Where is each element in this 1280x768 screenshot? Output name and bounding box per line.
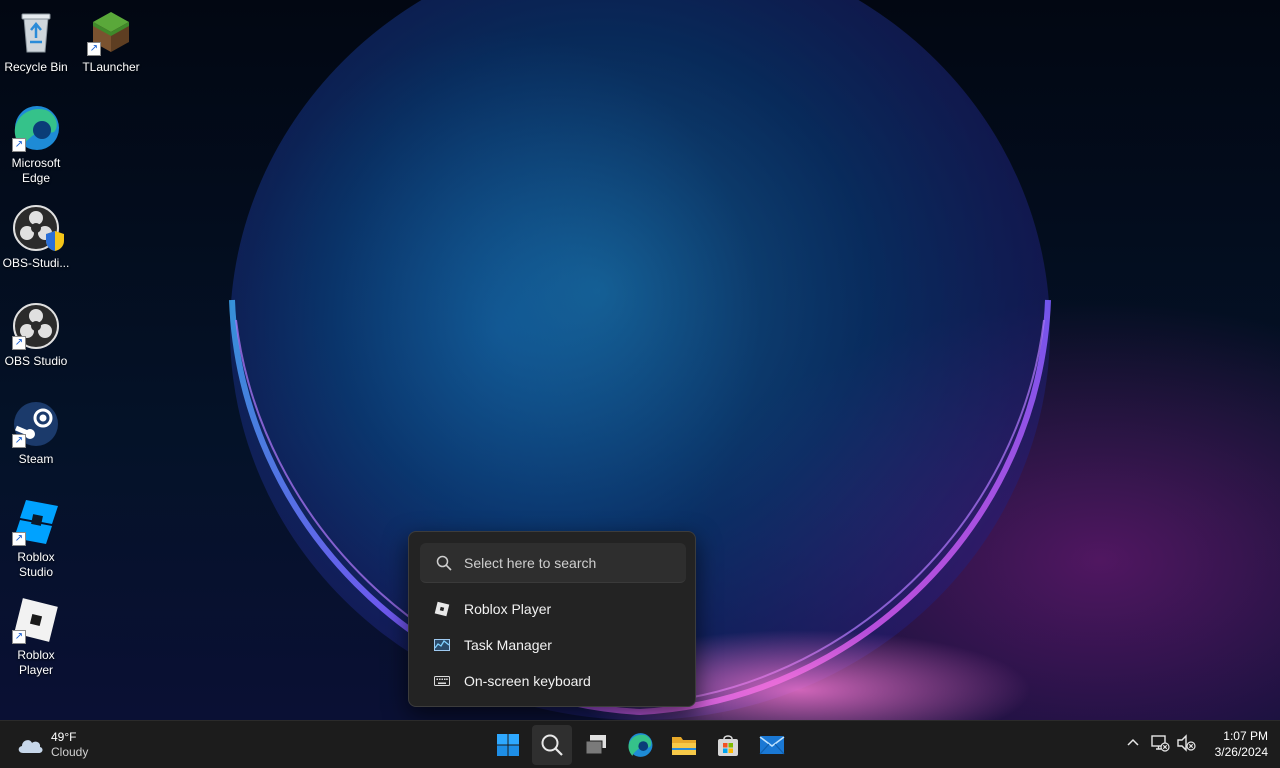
desktop-icon-tlauncher[interactable]: ↗ TLauncher	[75, 8, 147, 75]
clock-time: 1:07 PM	[1223, 729, 1268, 743]
desktop-icon-obs-studio-admin[interactable]: OBS-Studi...	[0, 204, 72, 271]
desktop-icon-obs-studio[interactable]: ↗ OBS Studio	[0, 302, 72, 369]
shortcut-arrow-icon: ↗	[12, 532, 26, 546]
cloud-icon	[18, 740, 43, 753]
task-view-icon	[585, 735, 606, 755]
shortcut-arrow-icon: ↗	[12, 434, 26, 448]
show-hidden-icons-button[interactable]	[1124, 735, 1142, 755]
shortcut-arrow-icon: ↗	[12, 138, 26, 152]
shortcut-arrow-icon: ↗	[12, 336, 26, 350]
search-input[interactable]	[464, 551, 674, 575]
desktop-icon-label: Roblox Player	[17, 648, 55, 677]
desktop-icon-steam[interactable]: ↗ Steam	[0, 400, 72, 467]
desktop-icon-label: TLauncher	[82, 60, 140, 74]
start-button[interactable]	[488, 725, 528, 765]
search-result-label: Roblox Player	[464, 601, 552, 617]
uac-shield-icon	[46, 231, 64, 251]
desktop-icon-label: Microsoft Edge	[11, 156, 61, 185]
taskbar-file-explorer-button[interactable]	[664, 725, 704, 765]
edge-icon	[628, 733, 653, 757]
system-clock[interactable]: 1:07 PM 3/26/2024	[1200, 728, 1268, 760]
taskbar-mail-button[interactable]	[752, 725, 792, 765]
weather-condition: Cloudy	[51, 745, 89, 759]
desktop-icon-microsoft-edge[interactable]: ↗ Microsoft Edge	[0, 104, 72, 186]
search-icon	[541, 734, 563, 756]
weather-widget[interactable]: 49°F Cloudy	[16, 729, 106, 761]
search-flyout: Roblox Player Task Manager On-screen key…	[408, 531, 696, 707]
roblox-player-icon: ↗	[12, 596, 60, 644]
folder-icon	[672, 737, 696, 755]
volume-button[interactable]	[1176, 733, 1198, 755]
desktop-icon-roblox-studio[interactable]: ↗ Roblox Studio	[0, 498, 72, 580]
taskbar-store-button[interactable]	[708, 725, 748, 765]
steam-icon: ↗	[12, 400, 60, 448]
search-icon	[436, 555, 452, 571]
desktop-icon-label: Steam	[18, 452, 54, 466]
search-result-label: On-screen keyboard	[464, 673, 591, 689]
store-icon	[718, 735, 738, 756]
shortcut-arrow-icon: ↗	[12, 630, 26, 644]
desktop-icon-label: OBS Studio	[4, 354, 68, 368]
search-result-label: Task Manager	[464, 637, 552, 653]
windows-icon	[497, 734, 519, 756]
task-view-button[interactable]	[576, 725, 616, 765]
search-result-on-screen-keyboard[interactable]: On-screen keyboard	[420, 665, 686, 697]
taskbar-search-button[interactable]	[532, 725, 572, 765]
search-box[interactable]	[420, 543, 686, 583]
shortcut-arrow-icon: ↗	[87, 42, 101, 56]
desktop-icon-label: OBS-Studi...	[2, 256, 70, 270]
taskbar: 49°F Cloudy 1:07 PM 3/26/2024	[0, 720, 1280, 768]
weather-temperature: 49°F	[51, 730, 77, 744]
taskbar-edge-button[interactable]	[620, 725, 660, 765]
obs-icon: ↗	[12, 302, 60, 350]
search-result-task-manager[interactable]: Task Manager	[420, 629, 686, 661]
network-status-button[interactable]	[1150, 733, 1172, 755]
chevron-up-icon	[1127, 738, 1139, 746]
network-disconnected-icon	[1151, 735, 1170, 752]
desktop-icon-label: Roblox Studio	[17, 550, 55, 579]
clock-date: 3/26/2024	[1214, 745, 1268, 759]
tlauncher-icon: ↗	[87, 8, 135, 56]
obs-icon	[12, 204, 64, 252]
roblox-studio-icon: ↗	[12, 498, 60, 546]
desktop-icon-label: Recycle Bin	[4, 60, 68, 74]
edge-icon: ↗	[12, 104, 60, 152]
desktop-icon-roblox-player[interactable]: ↗ Roblox Player	[0, 596, 72, 678]
task-manager-icon	[434, 639, 450, 651]
keyboard-icon	[434, 676, 450, 686]
roblox-player-icon	[434, 601, 450, 617]
mail-icon	[759, 736, 785, 755]
desktop-icon-recycle-bin[interactable]: Recycle Bin	[0, 8, 72, 75]
volume-muted-icon	[1177, 734, 1196, 752]
search-result-roblox-player[interactable]: Roblox Player	[420, 593, 686, 625]
recycle-bin-icon	[12, 8, 60, 56]
